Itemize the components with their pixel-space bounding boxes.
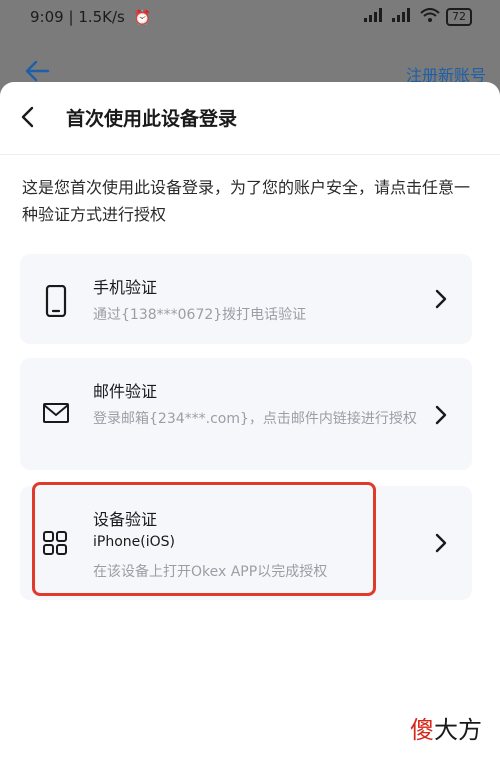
option-title: 邮件验证 [93, 382, 158, 401]
sheet-header: 首次使用此设备登录 [0, 82, 500, 155]
background-back-arrow-icon[interactable] [24, 58, 50, 84]
chevron-right-icon [434, 532, 448, 554]
status-right: 72 [364, 8, 472, 26]
chevron-right-icon [434, 288, 448, 310]
battery-icon: 72 [446, 8, 472, 26]
chevron-left-icon [21, 106, 34, 128]
watermark-first-char: 傻 [410, 716, 434, 744]
watermark-rest: 大方 [434, 716, 482, 744]
phone-verification-option[interactable]: 手机验证 通过{138***0672}拨打电话验证 [20, 254, 472, 344]
option-subtitle: 登录邮箱{234***.com}，点击邮件内链接进行授权 [93, 411, 417, 427]
option-subtitle: 通过{138***0672}拨打电话验证 [93, 307, 307, 323]
watermark: 傻大方 [410, 710, 482, 745]
signal-icon [364, 8, 386, 26]
email-verification-option[interactable]: 邮件验证 登录邮箱{234***.com}，点击邮件内链接进行授权 [20, 358, 472, 470]
back-button[interactable] [16, 104, 42, 130]
wifi-icon [420, 8, 440, 26]
chevron-right-icon [434, 404, 448, 426]
status-time: 9:09 [30, 8, 64, 26]
network-speed: 1.5K/s [78, 8, 125, 26]
status-bar: 9:09 | 1.5K/s ⏰ 72 [0, 0, 500, 36]
mail-icon [42, 401, 70, 429]
option-title: 手机验证 [93, 278, 158, 297]
status-divider: | [68, 8, 74, 26]
alarm-icon: ⏰ [133, 10, 152, 26]
phone-icon [42, 284, 70, 318]
status-left: 9:09 | 1.5K/s ⏰ [30, 8, 151, 26]
sheet-description: 这是您首次使用此设备登录，为了您的账户安全，请点击任意一种验证方式进行授权 [22, 178, 471, 224]
signal-icon-2 [392, 8, 414, 26]
highlight-box [32, 482, 376, 596]
sheet-title: 首次使用此设备登录 [66, 108, 238, 130]
first-login-sheet: 首次使用此设备登录 这是您首次使用此设备登录，为了您的账户安全，请点击任意一种验… [0, 82, 500, 764]
